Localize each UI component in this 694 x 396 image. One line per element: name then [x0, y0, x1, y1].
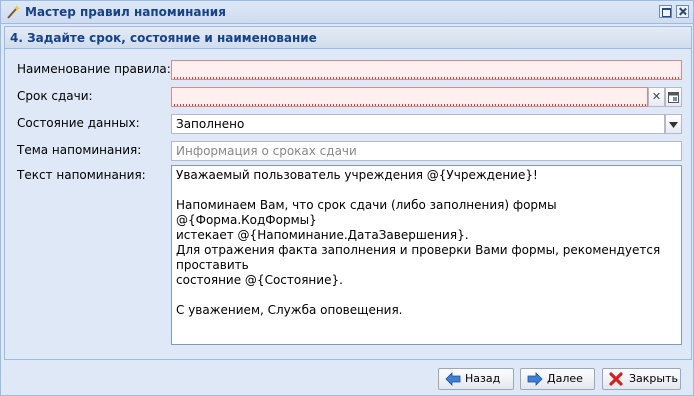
- next-label: Далее: [547, 372, 583, 385]
- step-header: 4. Задайте срок, состояние и наименовани…: [5, 27, 691, 49]
- form-body: Наименование правила: Срок сдачи: ✕ Сост…: [5, 49, 691, 359]
- close-icon[interactable]: [676, 5, 689, 18]
- back-button[interactable]: Назад: [438, 368, 514, 390]
- subject-input[interactable]: Информация о сроках сдачи: [171, 141, 682, 161]
- red-x-icon: [609, 372, 623, 386]
- state-label: Состояние данных:: [17, 116, 140, 130]
- arrow-right-icon: [527, 372, 543, 386]
- chevron-down-icon[interactable]: [665, 114, 682, 134]
- subject-label: Тема напоминания:: [17, 143, 142, 157]
- deadline-label: Срок сдачи:: [17, 89, 93, 103]
- back-label: Назад: [465, 372, 501, 385]
- arrow-left-icon: [445, 372, 461, 386]
- rule-name-input[interactable]: [171, 60, 682, 80]
- rule-name-label: Наименование правила:: [17, 62, 171, 76]
- wand-icon: [5, 4, 21, 20]
- window-title: Мастер правил напоминания: [25, 5, 226, 19]
- maximize-icon[interactable]: [659, 5, 672, 18]
- wizard-window: Мастер правил напоминания 4. Задайте сро…: [0, 0, 694, 396]
- deadline-input[interactable]: [171, 87, 648, 107]
- title-bar[interactable]: Мастер правил напоминания: [1, 1, 693, 24]
- step-panel: 4. Задайте срок, состояние и наименовани…: [4, 26, 692, 360]
- close-button[interactable]: Закрыть: [602, 368, 681, 390]
- next-button[interactable]: Далее: [520, 368, 595, 390]
- reminder-text-area[interactable]: Уважаемый пользователь учреждения @{Учре…: [171, 165, 682, 345]
- clear-x-icon[interactable]: ✕: [648, 87, 665, 107]
- select-window-icon[interactable]: [665, 87, 682, 107]
- step-title: 4. Задайте срок, состояние и наименовани…: [10, 31, 317, 45]
- text-label: Текст напоминания:: [17, 168, 146, 182]
- state-select[interactable]: Заполнено: [171, 114, 665, 134]
- deadline-triggers: ✕: [648, 87, 682, 107]
- close-label: Закрыть: [629, 372, 678, 385]
